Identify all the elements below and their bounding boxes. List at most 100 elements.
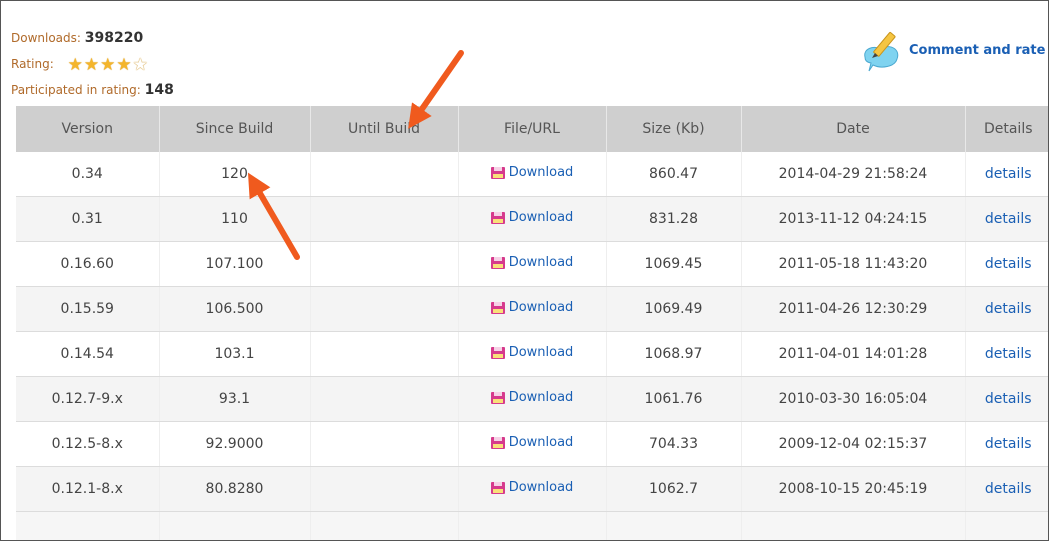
download-label: Download (508, 390, 574, 406)
header-size[interactable]: Size (Kb) (605, 106, 741, 152)
details-link[interactable]: details (985, 166, 1032, 182)
floppy-disk-icon (490, 301, 505, 314)
cell-version: 0.31 (16, 196, 159, 242)
star-half-icon: ★ (132, 55, 149, 75)
cell-file: Download (457, 331, 606, 377)
download-label: Download (508, 435, 574, 451)
table-row-empty (16, 511, 1048, 540)
download-link[interactable]: Download (490, 435, 574, 451)
header-since-build[interactable]: Since Build (158, 106, 310, 152)
star-full-icon: ★ (83, 55, 101, 75)
cell-version: 0.16.60 (16, 241, 159, 287)
table-row: 0.34 120 Download 860.47 2014-04-29 21:5… (16, 152, 1048, 197)
details-link[interactable]: details (985, 256, 1032, 272)
table-row: 0.15.59 106.500 Download 1069.49 2011-04… (16, 286, 1048, 332)
download-link[interactable]: Download (490, 345, 574, 361)
cell-version: 0.14.54 (16, 331, 159, 377)
table-row: 0.31 110 Download 831.28 2013-11-12 04:2… (16, 196, 1048, 242)
cell-until-build (309, 152, 458, 197)
cell-file: Download (457, 152, 606, 197)
table-row: 0.12.7-9.x 93.1 Download 1061.76 2010-03… (16, 376, 1048, 422)
header-file-url[interactable]: File/URL (457, 106, 606, 152)
details-link[interactable]: details (985, 211, 1032, 227)
rating-stars: ★★★★★ (68, 52, 149, 79)
cell-until-build (309, 466, 458, 512)
download-label: Download (508, 165, 574, 181)
download-link[interactable]: Download (490, 300, 574, 316)
participated-value: 148 (144, 82, 174, 98)
cell-details: details (964, 466, 1048, 512)
cell-date: 2011-04-26 12:30:29 (740, 286, 965, 332)
cell-details: details (964, 152, 1048, 197)
rating-label: Rating: (11, 57, 54, 71)
download-link[interactable]: Download (490, 165, 574, 181)
cell-until-build (309, 196, 458, 242)
floppy-disk-icon (490, 481, 505, 494)
floppy-disk-icon (490, 166, 505, 179)
download-link[interactable]: Download (490, 390, 574, 406)
cell-since-build: 107.100 (158, 241, 310, 287)
download-link[interactable]: Download (490, 255, 574, 271)
star-full-icon: ★ (116, 55, 133, 75)
cell-until-build (309, 241, 458, 287)
cell-file: Download (457, 241, 606, 287)
cell-version: 0.12.7-9.x (16, 376, 159, 422)
cell-details: details (964, 421, 1048, 467)
cell-since-build: 103.1 (158, 331, 310, 377)
cell-since-build: 110 (158, 196, 310, 242)
download-label: Download (508, 300, 574, 316)
cell-since-build: 120 (158, 152, 310, 197)
cell-date: 2010-03-30 16:05:04 (740, 376, 965, 422)
participated-stat: Participated in rating: 148 (11, 77, 174, 103)
download-link[interactable]: Download (490, 480, 573, 495)
table-row: 0.14.54 103.1 Download 1068.97 2011-04-0… (16, 331, 1048, 377)
cell-file: Download (457, 376, 606, 422)
download-label: Download (508, 345, 574, 361)
floppy-disk-icon (490, 391, 505, 404)
cell-size: 1069.49 (605, 286, 741, 332)
table-row: 0.12.5-8.x 92.9000 Download 704.33 2009-… (16, 421, 1048, 467)
cell-date: 2011-05-18 11:43:20 (740, 241, 965, 287)
cell-size: 1069.45 (605, 241, 741, 287)
cell-date: 2014-04-29 21:58:24 (740, 152, 965, 197)
table-header-row: Version Since Build Until Build File/URL… (16, 106, 1048, 152)
floppy-disk-icon (490, 256, 505, 269)
cell-details: details (964, 196, 1048, 242)
cell-details: details (964, 376, 1048, 422)
details-link[interactable]: details (985, 346, 1032, 362)
cell-size: 1061.76 (605, 376, 741, 422)
header-version[interactable]: Version (16, 106, 159, 152)
cell-date: 2008-10-15 20:45:19 (740, 466, 965, 512)
comment-and-rate-link[interactable]: Comment and rate (859, 25, 1045, 75)
header-until-build[interactable]: Until Build (309, 106, 458, 152)
cell-version: 0.12.1-8.x (16, 466, 159, 512)
cell-file: Download (457, 196, 606, 242)
cell-details: details (964, 241, 1048, 287)
cell-size: 1062.7 (605, 466, 741, 512)
cell-file: Download (457, 286, 606, 332)
cell-until-build (309, 286, 458, 332)
cell-since-build: 93.1 (158, 376, 310, 422)
cell-until-build (309, 331, 458, 377)
download-label: Download (508, 255, 574, 271)
star-full-icon: ★ (67, 55, 84, 75)
details-link[interactable]: details (985, 391, 1032, 407)
download-link[interactable]: Download (490, 210, 573, 225)
details-link[interactable]: details (985, 481, 1032, 497)
cell-date: 2009-12-04 02:15:37 (740, 421, 965, 467)
cell-since-build: 106.500 (158, 286, 310, 332)
header-details[interactable]: Details (964, 106, 1048, 152)
floppy-disk-icon (490, 436, 505, 449)
downloads-stat: Downloads: 398220 (11, 25, 174, 51)
participated-label: Participated in rating: (11, 83, 141, 97)
star-full-icon: ★ (100, 55, 117, 75)
header-date[interactable]: Date (740, 106, 965, 152)
comment-and-rate-label: Comment and rate (909, 42, 1046, 58)
table-row: 0.16.60 107.100 Download 1069.45 2011-05… (16, 241, 1048, 287)
cell-file: Download (457, 466, 606, 512)
details-link[interactable]: details (985, 436, 1032, 452)
cell-size: 1068.97 (605, 331, 741, 377)
details-link[interactable]: details (985, 301, 1032, 317)
plugin-stats: Downloads: 398220 Rating: ★★★★★ Particip… (11, 25, 174, 103)
cell-version: 0.12.5-8.x (16, 421, 159, 467)
